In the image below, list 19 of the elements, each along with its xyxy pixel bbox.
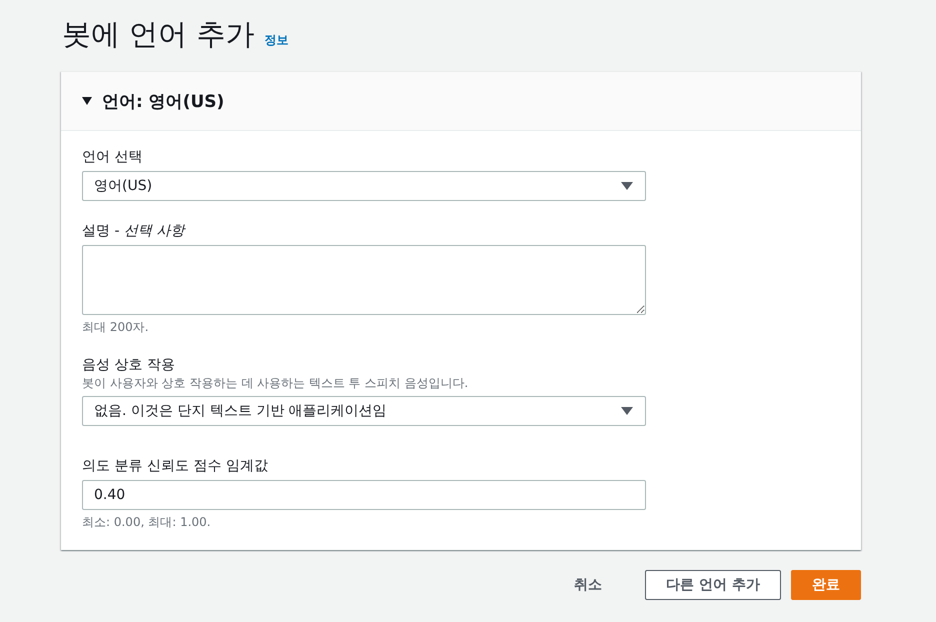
caret-down-icon bbox=[621, 407, 633, 415]
field-label: 설명 - 선택 사항 bbox=[82, 222, 187, 241]
field-description: 봇이 사용자와 상호 작용하는 데 사용하는 텍스트 투 스피치 음성입니다. bbox=[82, 375, 470, 391]
select-field[interactable]: 없음. 이것은 단지 텍스트 기반 애플리케이션임 bbox=[82, 396, 646, 426]
field-hint: 최소: 0.00, 최대: 1.00. bbox=[82, 514, 212, 530]
section-toggle[interactable]: 언어: 영어(US) bbox=[82, 90, 224, 112]
page-title: 봇에 언어 추가 bbox=[62, 16, 254, 53]
text-button[interactable]: 취소 bbox=[553, 570, 623, 600]
field-label: 언어 선택 bbox=[82, 148, 144, 167]
field-label: 의도 분류 신뢰도 점수 임계값 bbox=[82, 457, 269, 476]
caret-icon bbox=[82, 97, 92, 105]
outline-button[interactable]: 다른 언어 추가 bbox=[645, 570, 781, 600]
field-label: 음성 상호 작용 bbox=[82, 356, 176, 375]
select-field[interactable]: 영어(US) bbox=[82, 171, 646, 201]
caret-down-icon bbox=[621, 182, 633, 190]
text-area-field[interactable] bbox=[82, 245, 646, 315]
info-link[interactable]: 정보 bbox=[264, 32, 288, 49]
field-hint: 최대 200자. bbox=[82, 319, 150, 335]
text-input-field[interactable]: 0.40 bbox=[82, 480, 646, 510]
